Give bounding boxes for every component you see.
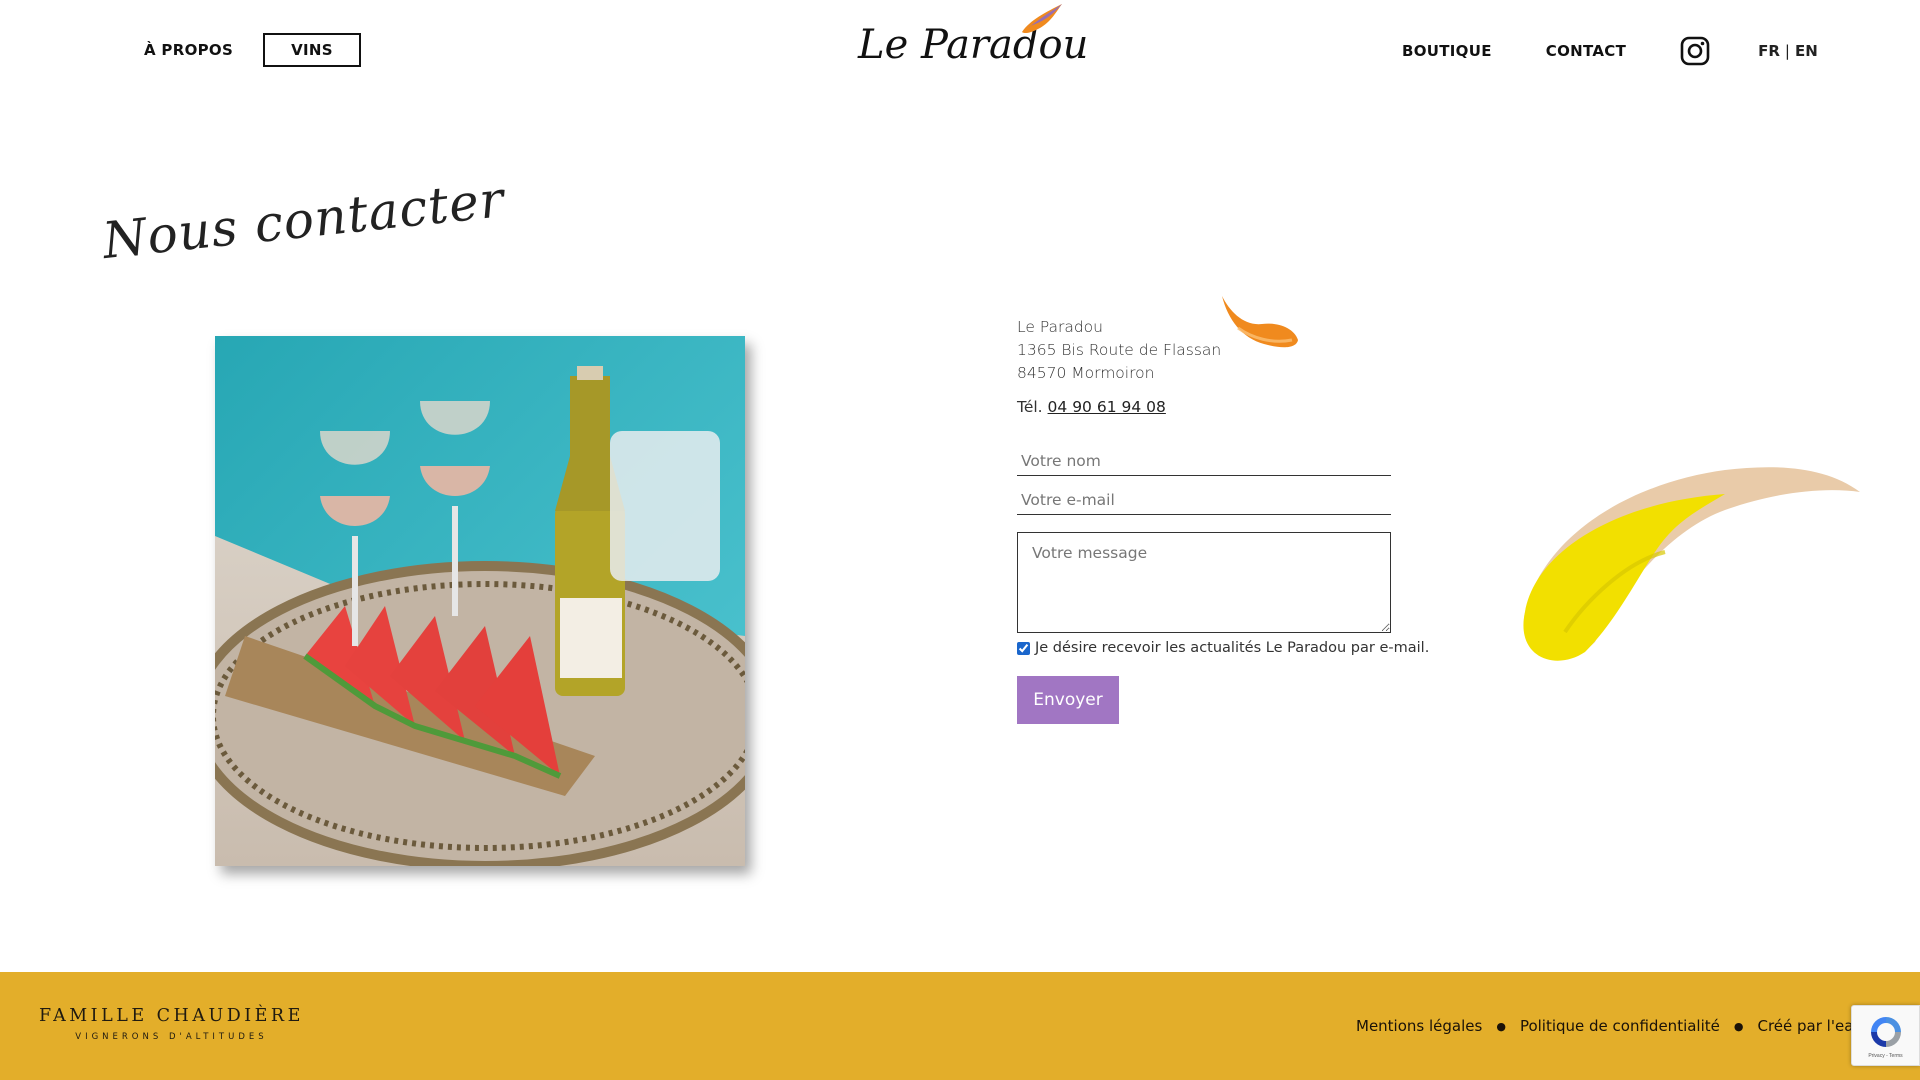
family-tagline: VIGNERONS D'ALTITUDES [75, 1032, 268, 1042]
address-block: Le Paradou 1365 Bis Route de Flassan 845… [1017, 316, 1221, 385]
family-name: FAMILLE CHAUDIÈRE [39, 1006, 304, 1026]
recaptcha-terms[interactable]: Privacy - Terms [1868, 1053, 1902, 1059]
newsletter-checkbox[interactable] [1017, 641, 1030, 655]
recaptcha-badge[interactable]: Privacy - Terms [1851, 1005, 1920, 1066]
footer-link-privacy[interactable]: Politique de confidentialité [1520, 1017, 1720, 1035]
brush-stroke-orange [1222, 296, 1298, 348]
lang-en[interactable]: EN [1795, 42, 1818, 60]
nav-a-propos[interactable]: À PROPOS [144, 41, 233, 59]
family-logo[interactable]: FAMILLE CHAUDIÈRE VIGNERONS D'ALTITUDES [39, 1006, 304, 1042]
newsletter-consent-label: Je désire recevoir les actualités Le Par… [1035, 640, 1430, 656]
tel-label: Tél. [1017, 398, 1043, 416]
footer-links: Mentions légales ● Politique de confiden… [1356, 1017, 1920, 1035]
brush-stroke-yellow [1523, 467, 1860, 661]
nav-right: BOUTIQUE CONTACT FR | EN [1402, 36, 1818, 66]
footer-separator: ● [1496, 1019, 1506, 1033]
footer-separator: ● [1733, 1019, 1744, 1033]
address-name: Le Paradou [1017, 318, 1103, 336]
name-field[interactable] [1017, 446, 1391, 476]
newsletter-consent[interactable]: Je désire recevoir les actualités Le Par… [1017, 640, 1429, 656]
nav-vins[interactable]: VINS [263, 33, 361, 67]
recaptcha-icon [1870, 1016, 1901, 1047]
site-header: À PROPOS VINS Le Paradou BOUTIQUE CONTAC… [0, 0, 1920, 100]
wine-photo [215, 336, 745, 866]
logo-brush-icon [1022, 4, 1062, 34]
page-title: Nous contacter [99, 170, 508, 270]
address-street: 1365 Bis Route de Flassan [1017, 341, 1222, 359]
message-field[interactable] [1017, 532, 1391, 633]
instagram-icon[interactable] [1680, 36, 1710, 66]
tel-link[interactable]: 04 90 61 94 08 [1048, 398, 1166, 416]
submit-button[interactable]: Envoyer [1017, 676, 1119, 724]
telephone: Tél. 04 90 61 94 08 [1017, 398, 1166, 416]
nav-left: À PROPOS VINS [144, 33, 361, 67]
site-footer: FAMILLE CHAUDIÈRE VIGNERONS D'ALTITUDES … [0, 972, 1920, 1080]
email-field[interactable] [1017, 485, 1391, 515]
nav-boutique[interactable]: BOUTIQUE [1402, 42, 1492, 60]
address-city: 84570 Mormoiron [1017, 364, 1155, 382]
site-logo[interactable]: Le Paradou [858, 2, 1088, 72]
lang-separator: | [1784, 42, 1790, 60]
nav-contact[interactable]: CONTACT [1546, 42, 1626, 60]
language-switcher: FR | EN [1758, 42, 1818, 60]
lang-fr[interactable]: FR [1758, 42, 1780, 60]
footer-link-legal[interactable]: Mentions légales [1356, 1017, 1482, 1035]
